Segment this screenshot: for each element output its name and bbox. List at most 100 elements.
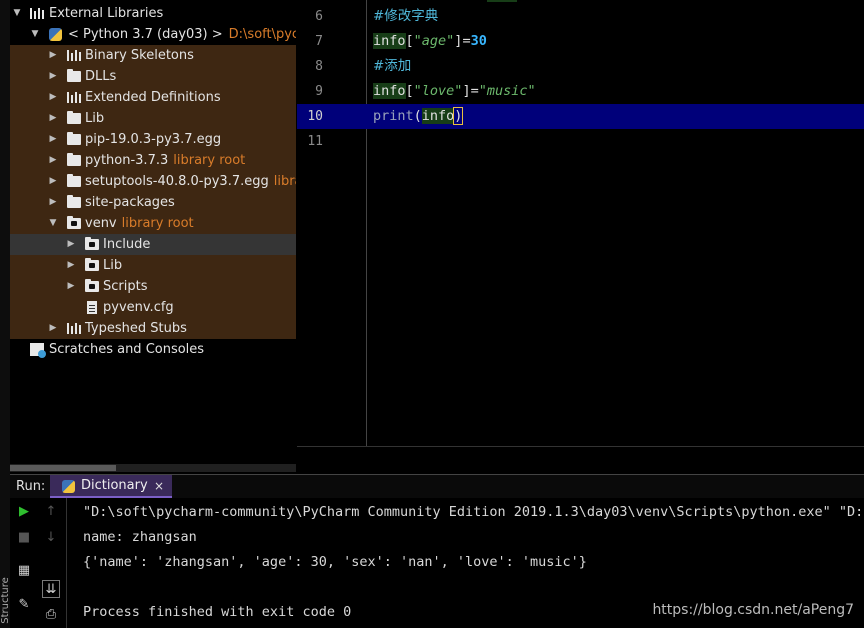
line-number: 11: [307, 134, 323, 149]
tree-item-label: python-3.7.3 library root: [85, 153, 246, 168]
scrollbar-thumb[interactable]: [10, 465, 116, 471]
tree-item-python-373[interactable]: ▶ python-3.7.3 library root: [10, 150, 296, 171]
library-icon: [67, 92, 81, 103]
line-number: 10: [307, 109, 323, 124]
tree-item-site-packages[interactable]: ▶ site-packages: [10, 192, 296, 213]
close-icon[interactable]: ×: [154, 475, 164, 497]
tree-item-label: setuptools-40.8.0-py3.7.egglibrary r: [85, 171, 296, 192]
tree-item-lib[interactable]: ▶ Lib: [10, 108, 296, 129]
tree-item-label: Scratches and Consoles: [49, 342, 205, 357]
rerun-icon[interactable]: ▶: [15, 503, 33, 521]
folder-icon: [67, 153, 81, 166]
chevron-right-icon[interactable]: ▶: [48, 108, 58, 129]
tree-item-scratches[interactable]: Scratches and Consoles: [10, 339, 296, 360]
folder-icon: [67, 111, 81, 124]
chevron-right-icon[interactable]: ▶: [48, 192, 58, 213]
code-line[interactable]: #添加: [297, 54, 864, 79]
run-toolwindow-header: Run: Dictionary ×: [10, 474, 864, 499]
folder-icon: [67, 69, 81, 82]
tab-dictionary[interactable]: Dictionary ×: [50, 475, 172, 498]
folder-icon: [67, 174, 81, 187]
console-line: name: zhangsan: [83, 529, 197, 545]
code-editor[interactable]: 6 7 8 9 11 #修改字典 info["age"]=30 #添加 info…: [297, 0, 864, 473]
library-root-tag: library root: [173, 153, 246, 168]
tree-item-binary-skeletons[interactable]: ▶ Binary Skeletons: [10, 45, 296, 66]
folder-icon: [67, 195, 81, 208]
tree-item-extended-definitions[interactable]: ▶ Extended Definitions: [10, 87, 296, 108]
folder-icon: [85, 237, 99, 250]
chevron-right-icon[interactable]: ▶: [48, 45, 58, 66]
chevron-down-icon[interactable]: ▼: [48, 213, 58, 234]
chevron-right-icon[interactable]: ▶: [66, 255, 76, 276]
folder-icon: [85, 279, 99, 292]
tree-item-label: DLLs: [85, 69, 117, 84]
bracket: [: [405, 83, 414, 99]
tree-item-dlls[interactable]: ▶ DLLs: [10, 66, 296, 87]
identifier: info: [373, 83, 406, 99]
tree-item-label: venv library root: [85, 216, 194, 231]
tree-item-label: Lib: [85, 111, 105, 126]
tree-item-label: Lib: [103, 258, 123, 273]
chevron-right-icon[interactable]: ▶: [48, 87, 58, 108]
ide-window: Structure ▼ External Libraries ▼ < Pytho…: [0, 0, 864, 628]
string-literal: "age": [413, 33, 455, 49]
chevron-right-icon[interactable]: ▶: [48, 150, 58, 171]
string-literal: "love": [413, 83, 463, 99]
folder-icon: [67, 132, 81, 145]
tree-item-typeshed-stubs[interactable]: ▶ Typeshed Stubs: [10, 318, 296, 339]
tree-item-label: < Python 3.7 (day03) >D:\soft\pycharm: [68, 24, 296, 45]
tree-item-setuptools-egg[interactable]: ▶ setuptools-40.8.0-py3.7.egglibrary r: [10, 171, 296, 192]
pin-icon[interactable]: ✎: [15, 596, 33, 614]
print-icon[interactable]: ⎙: [42, 606, 60, 624]
tab-label: Dictionary: [81, 478, 148, 493]
tree-item-external-libraries[interactable]: ▼ External Libraries: [10, 3, 296, 24]
structure-side-tab[interactable]: Structure: [0, 575, 10, 628]
scroll-to-end-icon[interactable]: ⇊: [42, 580, 60, 598]
run-label: Run:: [16, 479, 46, 494]
layout-icon[interactable]: ▦: [15, 562, 33, 580]
tree-item-label: Extended Definitions: [85, 90, 221, 105]
project-tree: ▼ External Libraries ▼ < Python 3.7 (day…: [10, 0, 296, 472]
bracket: (: [413, 108, 422, 124]
tree-item-venv[interactable]: ▼ venv library root: [10, 213, 296, 234]
scratch-icon: [30, 343, 46, 358]
structure-tab-label: Structure: [0, 577, 10, 624]
tree-item-scripts[interactable]: ▶ Scripts: [10, 276, 296, 297]
console-output[interactable]: "D:\soft\pycharm-community\PyCharm Commu…: [67, 498, 864, 628]
chevron-down-icon[interactable]: ▼: [12, 3, 22, 24]
console-line: Process finished with exit code 0: [83, 604, 352, 620]
operator: =: [462, 33, 471, 49]
arrow-up-icon[interactable]: ↑: [42, 503, 60, 521]
tree-item-label: Include: [103, 237, 151, 252]
function-name: print: [373, 108, 414, 124]
chevron-right-icon[interactable]: ▶: [48, 318, 58, 339]
chevron-right-icon[interactable]: ▶: [66, 276, 76, 297]
code-line[interactable]: info["age"]=30: [297, 29, 864, 54]
bracket: [: [405, 33, 414, 49]
tree-item-venv-lib[interactable]: ▶ Lib: [10, 255, 296, 276]
chevron-right-icon[interactable]: ▶: [48, 129, 58, 150]
code-line[interactable]: info["love"]="music": [297, 79, 864, 104]
arrow-down-icon[interactable]: ↓: [42, 529, 60, 547]
tree-item-label: site-packages: [85, 195, 175, 210]
chevron-down-icon[interactable]: ▼: [30, 24, 40, 45]
tree-item-pyvenv-cfg[interactable]: pyvenv.cfg: [10, 297, 296, 318]
current-code-line[interactable]: 10 print(info): [297, 104, 864, 129]
identifier: info: [421, 108, 455, 124]
stop-icon[interactable]: ■: [15, 529, 33, 547]
caret-bracket: ): [453, 107, 464, 125]
sdk-path: D:\soft\pycharm: [228, 27, 296, 42]
tree-item-python-sdk[interactable]: ▼ < Python 3.7 (day03) >D:\soft\pycharm: [10, 24, 296, 45]
tree-horizontal-scrollbar[interactable]: [10, 464, 296, 472]
tree-item-include[interactable]: ▶ Include: [10, 234, 296, 255]
chevron-right-icon[interactable]: ▶: [48, 66, 58, 87]
python-icon: [49, 28, 62, 41]
code-line[interactable]: #修改字典: [297, 4, 864, 29]
chevron-right-icon[interactable]: ▶: [66, 234, 76, 255]
tree-item-label: Typeshed Stubs: [85, 321, 187, 336]
chevron-right-icon[interactable]: ▶: [48, 171, 58, 192]
tree-item-pip-egg[interactable]: ▶ pip-19.0.3-py3.7.egg: [10, 129, 296, 150]
folder-icon: [85, 258, 99, 271]
library-icon: [67, 323, 81, 334]
console-line: {'name': 'zhangsan', 'age': 30, 'sex': '…: [83, 554, 587, 570]
